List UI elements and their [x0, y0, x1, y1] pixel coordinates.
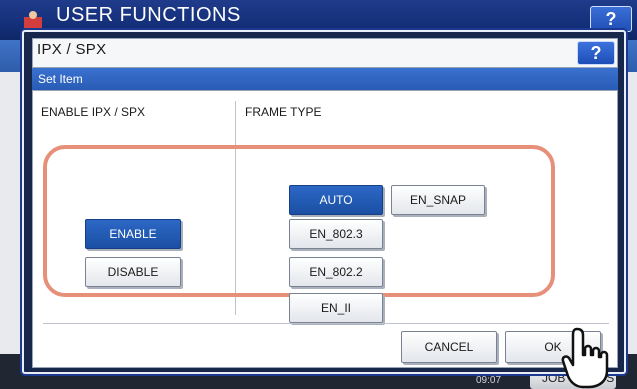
- dialog-title: IPX / SPX: [37, 41, 107, 58]
- frame-en-802-2-button[interactable]: EN_802.2: [289, 257, 383, 287]
- cancel-button[interactable]: CANCEL: [401, 331, 497, 363]
- disable-button[interactable]: DISABLE: [85, 257, 181, 287]
- enable-button[interactable]: ENABLE: [85, 219, 181, 249]
- frame-en-802-3-button[interactable]: EN_802.3: [289, 219, 383, 249]
- enable-ipx-spx-header: ENABLE IPX / SPX: [41, 105, 146, 119]
- background-title: USER FUNCTIONS: [56, 4, 241, 26]
- user-functions-icon: [24, 11, 42, 29]
- bottom-divider: [43, 323, 609, 324]
- frame-en-ii-button[interactable]: EN_II: [289, 293, 383, 323]
- ipx-spx-dialog: IPX / SPX ? Set Item ENABLE IPX / SPX FR…: [22, 30, 626, 374]
- set-item-bar: Set Item: [32, 68, 618, 90]
- clock-time: 09:07: [476, 375, 502, 386]
- dialog-title-bar: IPX / SPX ?: [32, 38, 618, 68]
- pointer-hand-icon: [561, 327, 609, 389]
- frame-type-header: FRAME TYPE: [245, 105, 322, 119]
- background-help-button[interactable]: ?: [590, 6, 632, 32]
- frame-en-snap-button[interactable]: EN_SNAP: [391, 185, 485, 215]
- dialog-panel: ENABLE IPX / SPX FRAME TYPE ENABLE DISAB…: [32, 90, 618, 368]
- dialog-help-button[interactable]: ?: [577, 41, 615, 65]
- frame-auto-button[interactable]: AUTO: [289, 185, 383, 215]
